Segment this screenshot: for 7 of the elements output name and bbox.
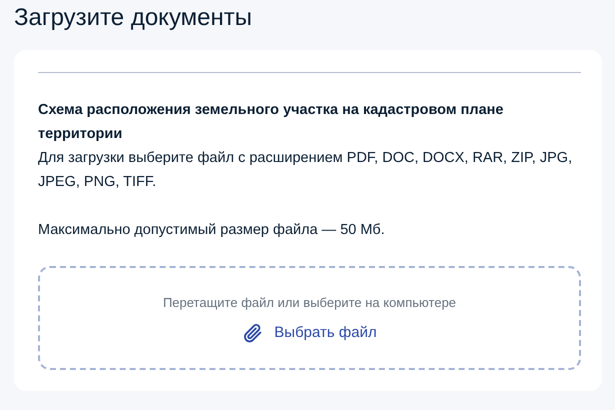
page-title: Загрузите документы — [14, 3, 254, 33]
drop-zone[interactable]: Перетащите файл или выберите на компьютере Выбрать файл — [38, 266, 581, 370]
format-info: Для загрузки выберите файл с расширением PDF, DOC, DOCX, RAR, ZIP, JPG, JPEG, PNG, TIFF. — [38, 149, 574, 192]
size-limit: Максимально допустимый размер файла — 50 Мб. — [38, 221, 386, 240]
document-name: Схема расположения земельного участка на кадастровом плане территории — [38, 101, 504, 144]
choose-file-button[interactable]: Выбрать файл — [238, 320, 381, 346]
drop-hint: Перетащите файл или выберите на компьютере — [162, 294, 456, 310]
